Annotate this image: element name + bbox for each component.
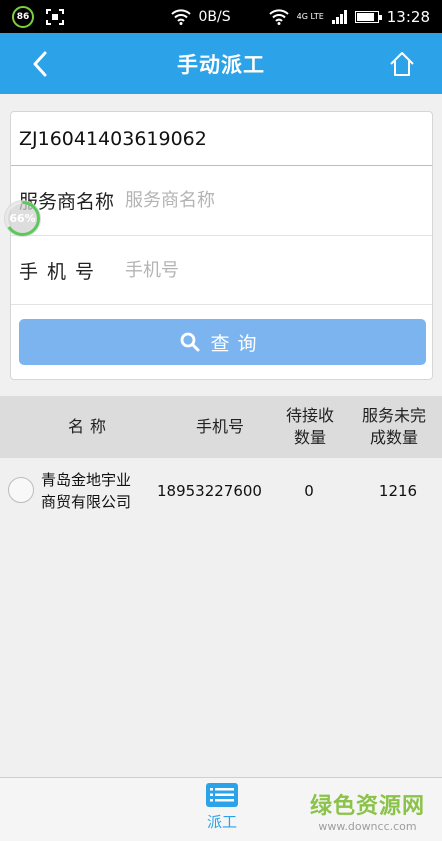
column-header-unfinished: 服务未完 成数量 xyxy=(358,396,430,458)
home-button[interactable] xyxy=(384,47,420,81)
battery-level-text: 86 xyxy=(16,11,30,22)
net-speed: 0B/S xyxy=(198,8,231,25)
search-icon xyxy=(181,332,200,352)
floating-progress-widget[interactable]: 66% xyxy=(4,200,41,237)
search-button[interactable]: 查询 xyxy=(19,319,426,365)
watermark: 绿色资源网 www.downcc.com xyxy=(300,788,435,834)
watermark-url: www.downcc.com xyxy=(318,820,417,833)
page-title: 手动派工 xyxy=(177,52,265,77)
table-header: 名称 手机号 待接收 数量 服务未完 成数量 xyxy=(0,396,442,458)
row-name-line2: 商贸有限公司 xyxy=(41,493,132,511)
column-header-pending-line1: 待接收 xyxy=(285,406,334,425)
column-header-unfinished-line1: 服务未完 xyxy=(361,406,426,425)
battery-level-badge: 86 xyxy=(12,5,34,28)
title-bar: 手动派工 xyxy=(0,33,442,94)
column-header-phone: 手机号 xyxy=(195,417,244,436)
row-unfinished-count: 1216 xyxy=(378,482,418,500)
chevron-left-icon xyxy=(33,51,47,77)
search-button-label: 查询 xyxy=(210,332,265,355)
column-header-name: 名称 xyxy=(67,417,112,436)
row-select-radio[interactable] xyxy=(8,477,34,503)
watermark-title: 绿色资源网 xyxy=(309,794,425,819)
row-pending-count: 0 xyxy=(304,482,314,500)
status-bar: 86 0B/S 4G LTE 13:28 xyxy=(0,0,442,33)
phone-label: 手机号 xyxy=(19,260,104,283)
wifi-icon xyxy=(170,8,191,25)
phone-input[interactable] xyxy=(125,259,432,281)
provider-name-input[interactable] xyxy=(125,190,432,211)
home-icon xyxy=(390,52,414,76)
column-header-unfinished-line2: 成数量 xyxy=(369,428,418,447)
nav-item-dispatch[interactable]: 派工 xyxy=(196,782,248,840)
order-number: ZJ16041403619062 xyxy=(19,127,207,150)
clock: 13:28 xyxy=(386,7,430,26)
phone-row: 手机号 xyxy=(11,236,432,305)
wifi-signal-icon xyxy=(268,8,289,25)
row-name: 青岛金地宇业 商贸有限公司 xyxy=(41,460,151,522)
column-header-pending: 待接收 数量 xyxy=(282,396,338,458)
back-button[interactable] xyxy=(22,47,58,81)
column-header-pending-line2: 数量 xyxy=(293,428,326,447)
screenshot-icon xyxy=(46,8,64,25)
list-icon xyxy=(206,783,238,807)
battery-icon xyxy=(354,10,382,23)
table-row[interactable]: 青岛金地宇业 商贸有限公司 18953227600 0 1216 xyxy=(0,460,442,522)
progress-text: 66% xyxy=(9,212,36,225)
nav-item-dispatch-label: 派工 xyxy=(206,813,237,831)
order-number-row: ZJ16041403619062 xyxy=(11,112,432,166)
search-form: ZJ16041403619062 服务商名称 手机号 查询 xyxy=(10,111,433,380)
row-phone: 18953227600 xyxy=(157,482,262,500)
provider-name-row: 服务商名称 xyxy=(11,166,432,236)
cell-signal-icon xyxy=(331,9,347,24)
row-name-line1: 青岛金地宇业 xyxy=(41,471,132,489)
network-type: 4G LTE xyxy=(296,12,324,21)
